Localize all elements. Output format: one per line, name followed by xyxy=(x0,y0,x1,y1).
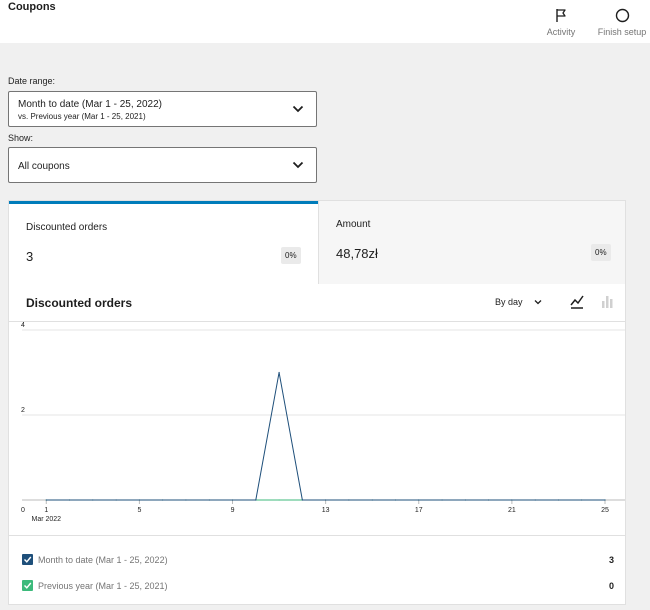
data-point xyxy=(348,499,350,501)
date-range-label: Date range: xyxy=(8,76,56,86)
data-point xyxy=(371,499,373,501)
delta-badge: 0% xyxy=(591,244,611,261)
data-point xyxy=(488,499,490,501)
data-point xyxy=(511,499,513,501)
data-point xyxy=(301,499,303,501)
data-point xyxy=(162,499,164,501)
chart-title: Discounted orders xyxy=(26,296,133,310)
data-point xyxy=(45,499,47,501)
data-point xyxy=(418,499,420,501)
circle-icon xyxy=(592,8,650,23)
y-tick-label: 2 xyxy=(21,407,25,414)
x-axis-sublabel: Mar 2022 xyxy=(31,516,61,523)
summary-numbers: Discounted orders 3 0% Amount 48,78zł 0% xyxy=(9,201,625,284)
flag-icon xyxy=(531,8,591,23)
chart-area: 2 4 0 1 5 9 13 17 21 25 Mar 2022 xyxy=(9,322,625,534)
data-point xyxy=(278,371,280,374)
data-point xyxy=(115,499,117,501)
line-chart-button[interactable] xyxy=(570,294,584,315)
summary-label: Discounted orders xyxy=(26,222,108,233)
chart-legend: Month to date (Mar 1 - 25, 2022) 3 Previ… xyxy=(9,535,625,605)
summary-value: 3 xyxy=(26,249,34,264)
activity-label: Activity xyxy=(546,27,576,37)
activity-button[interactable]: Activity xyxy=(531,8,591,37)
finish-setup-label: Finish setup xyxy=(597,27,647,37)
summary-value: 48,78zł xyxy=(336,246,378,261)
chevron-down-icon xyxy=(292,161,304,169)
delta-badge: 0% xyxy=(281,247,301,264)
legend-label: Month to date (Mar 1 - 25, 2022) xyxy=(38,555,168,565)
data-point xyxy=(138,499,140,501)
data-point xyxy=(68,499,71,501)
date-range-compare: vs. Previous year (Mar 1 - 25, 2021) xyxy=(18,112,146,121)
chart-header: Discounted orders By day xyxy=(9,284,625,322)
interval-label: By day xyxy=(495,297,523,307)
finish-setup-button[interactable]: Finish setup xyxy=(592,8,650,37)
data-point xyxy=(604,499,606,501)
x-tick-label: 9 xyxy=(231,507,235,514)
data-point xyxy=(557,499,560,501)
show-label: Show: xyxy=(8,133,34,143)
x-tick-label: 0 xyxy=(21,507,25,514)
x-tick-label: 25 xyxy=(601,507,609,514)
series-line xyxy=(46,372,605,501)
show-value: All coupons xyxy=(18,161,70,172)
data-point xyxy=(581,499,583,501)
data-point xyxy=(278,499,280,501)
data-point xyxy=(464,499,466,501)
legend-value: 0 xyxy=(608,581,614,591)
x-tick-label: 1 xyxy=(44,507,48,514)
top-bar: Coupons Activity Finish setup xyxy=(0,0,650,43)
data-point xyxy=(92,499,94,501)
data-point xyxy=(255,499,257,501)
chevron-down-icon xyxy=(292,105,304,113)
x-tick-label: 5 xyxy=(137,507,141,514)
checkmark-icon xyxy=(24,582,32,589)
bar-chart-button[interactable] xyxy=(600,294,614,315)
line-chart-icon xyxy=(570,295,584,309)
date-range-select[interactable]: Month to date (Mar 1 - 25, 2022) vs. Pre… xyxy=(8,91,317,127)
summary-label: Amount xyxy=(336,219,371,230)
legend-label: Previous year (Mar 1 - 25, 2021) xyxy=(38,581,168,591)
report-card: Discounted orders 3 0% Amount 48,78zł 0%… xyxy=(8,200,626,605)
interval-select[interactable]: By day xyxy=(495,297,542,307)
data-point xyxy=(208,499,210,501)
data-point xyxy=(185,499,187,501)
legend-item-previous[interactable]: Previous year (Mar 1 - 25, 2021) 0 xyxy=(22,578,614,594)
data-point xyxy=(231,499,234,501)
page-title: Coupons xyxy=(8,1,56,13)
legend-item-current[interactable]: Month to date (Mar 1 - 25, 2022) 3 xyxy=(22,552,614,568)
x-tick-label: 17 xyxy=(415,507,423,514)
x-tick-label: 21 xyxy=(508,507,516,514)
data-point xyxy=(394,499,397,501)
data-point xyxy=(534,499,536,501)
date-range-value: Month to date (Mar 1 - 25, 2022) xyxy=(18,99,162,110)
bar-chart-icon xyxy=(602,296,613,308)
line-chart: 2 4 0 1 5 9 13 17 21 25 Mar 2022 xyxy=(21,322,625,523)
data-point xyxy=(325,499,327,501)
legend-checkbox[interactable] xyxy=(22,580,33,591)
legend-checkbox[interactable] xyxy=(22,554,33,565)
checkmark-icon xyxy=(24,556,32,563)
y-tick-label: 4 xyxy=(21,322,25,329)
summary-item-amount[interactable]: Amount 48,78zł 0% xyxy=(318,201,625,284)
data-point xyxy=(441,499,443,501)
legend-value: 3 xyxy=(608,555,614,565)
show-select[interactable]: All coupons xyxy=(8,147,317,183)
x-tick-label: 13 xyxy=(322,507,330,514)
chevron-down-icon xyxy=(534,300,542,305)
summary-item-discounted-orders[interactable]: Discounted orders 3 0% xyxy=(9,201,318,284)
